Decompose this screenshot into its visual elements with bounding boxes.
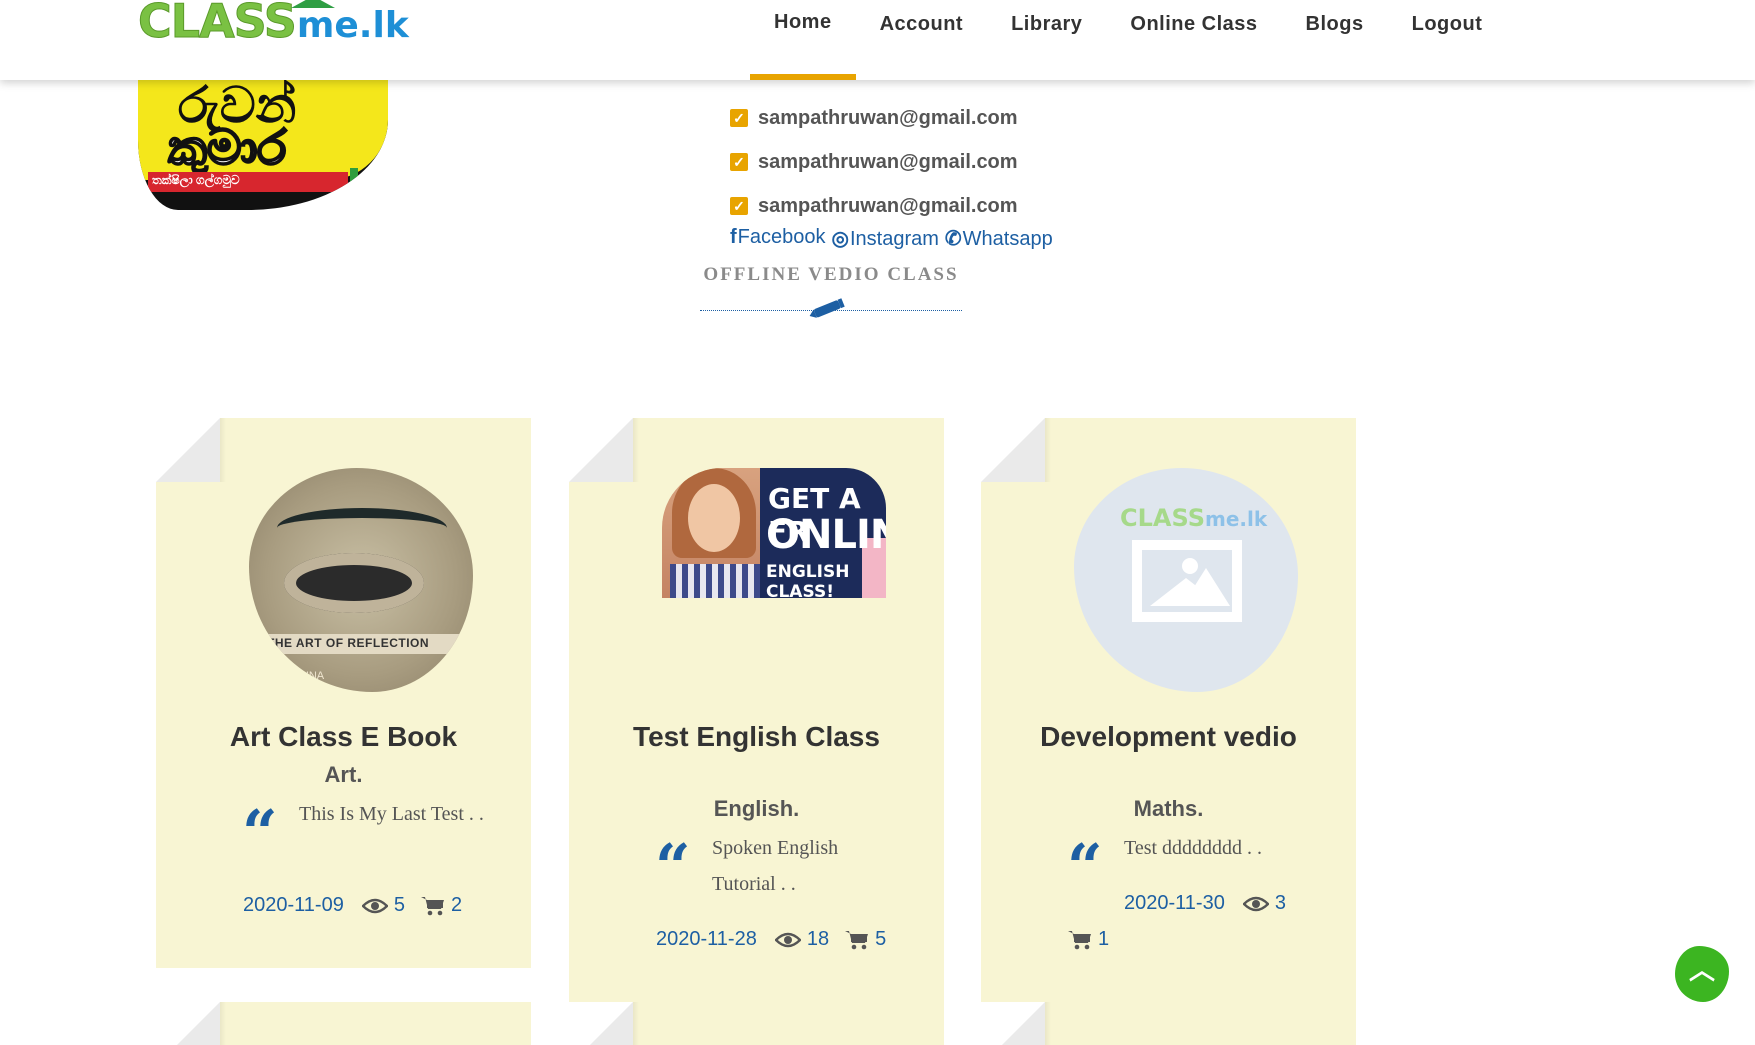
views-count: 18 [806, 928, 830, 950]
card-description: Spoken English Tutorial . . [712, 837, 839, 895]
poster-footer-text: තක්ෂිලා ගල්ගමුව [152, 173, 240, 187]
contact-row: ✓ sampathruwan@gmail.com [730, 184, 1018, 228]
class-thumbnail[interactable]: CLASSme.lk [1074, 468, 1298, 692]
class-thumbnail[interactable]: THE ART OF REFLECTION AGUNA [249, 468, 473, 692]
eye-icon [1242, 896, 1269, 911]
card-corner-fold [156, 418, 226, 482]
nav-blogs[interactable]: Blogs [1282, 0, 1388, 80]
whatsapp-link[interactable]: ✆Whatsapp [945, 226, 1053, 251]
purchases-count: 5 [875, 928, 887, 950]
class-card[interactable] [569, 1002, 944, 1045]
card-corner-fold [569, 418, 639, 482]
image-placeholder-icon: CLASSme.lk [1074, 468, 1298, 692]
card-date: 2020-11-09 [243, 894, 344, 916]
card-subject: Art. [324, 762, 363, 787]
cart-icon [845, 930, 869, 949]
card-date: 2020-11-30 [1124, 892, 1225, 914]
purchases-count: 1 [1098, 928, 1110, 950]
card-title[interactable]: Development vedio [1021, 720, 1316, 753]
quote-left-icon: “ [655, 830, 691, 903]
facebook-icon: f [730, 226, 737, 248]
views-count: 5 [393, 894, 405, 916]
poster-badge-text: DMS [360, 172, 388, 187]
card-description: Test dddddddd . . [1124, 837, 1263, 859]
card-title[interactable]: Art Class E Book [196, 720, 491, 753]
check-square-icon: ✓ [730, 109, 748, 127]
contact-email: sampathruwan@gmail.com [758, 194, 1018, 217]
page: රුවන් කුමාර තක්ෂිලා ගල්ගමුව DMS CLASS me… [0, 0, 1755, 1045]
thumbnail-text: CLASS [1120, 504, 1205, 532]
facebook-link[interactable]: fFacebook [730, 226, 826, 251]
pencil-icon [809, 298, 845, 318]
card-subject: English. [713, 796, 800, 821]
contact-email: sampathruwan@gmail.com [758, 150, 1018, 173]
instagram-label: Instagram [849, 228, 939, 250]
nav-account[interactable]: Account [856, 0, 988, 80]
contact-row: ✓ sampathruwan@gmail.com [730, 96, 1018, 140]
card-meta: 2020-11-30 3 [1124, 892, 1302, 915]
card-subject: Maths. [1133, 796, 1204, 821]
site-logo[interactable]: CLASS me.lk [138, 0, 409, 49]
class-card[interactable]: THE ART OF REFLECTION AGUNA Art Class E … [156, 418, 531, 968]
site-header: CLASS me.lk Home Account Library Online … [0, 0, 1755, 80]
class-card[interactable]: CLASSme.lk Development vedio Maths. “ Te… [981, 418, 1356, 1045]
class-card[interactable] [981, 1002, 1356, 1045]
nav-online-class[interactable]: Online Class [1106, 0, 1281, 80]
card-date: 2020-11-28 [656, 928, 757, 950]
quote-left-icon: “ [1067, 830, 1103, 903]
nav-library[interactable]: Library [987, 0, 1106, 80]
card-corner-fold [981, 1002, 1051, 1045]
card-meta: 2020-11-09 5 2 [243, 894, 478, 917]
nav-home[interactable]: Home [750, 0, 856, 80]
card-meta-row2: 1 [1068, 928, 1125, 951]
thumbnail-text: ENGLISH CLASS! [766, 562, 850, 598]
eye-icon [361, 898, 388, 913]
teacher-contacts: ✓ sampathruwan@gmail.com ✓ sampathruwan@… [730, 96, 1018, 228]
nav-logout[interactable]: Logout [1388, 0, 1507, 80]
logo-class-text: CLASS [138, 0, 298, 49]
views-count: 3 [1274, 892, 1286, 914]
graduation-cap-icon [291, 0, 335, 8]
thumbnail-text: THE ART OF REFLECTION [267, 636, 430, 650]
class-card[interactable] [156, 1002, 531, 1045]
logo-me-text: me.lk [296, 5, 409, 46]
thumbnail-text: AGUNA [285, 670, 325, 682]
purchases-count: 2 [450, 894, 463, 916]
social-links: fFacebook ◎Instagram ✆Whatsapp [730, 226, 1053, 251]
contact-row: ✓ sampathruwan@gmail.com [730, 140, 1018, 184]
cart-icon [420, 896, 444, 915]
instagram-link[interactable]: ◎Instagram [832, 226, 939, 251]
card-meta: 2020-11-28 18 5 [656, 928, 902, 951]
whatsapp-icon: ✆ [944, 228, 962, 250]
card-corner-fold [156, 1002, 226, 1045]
class-card[interactable]: GET A FR ONLINE ENGLISH CLASS! Test Engl… [569, 418, 944, 1045]
whatsapp-label: Whatsapp [962, 228, 1053, 250]
main-nav: Home Account Library Online Class Blogs … [750, 0, 1506, 80]
eye-icon [774, 932, 801, 947]
card-corner-fold [569, 1002, 639, 1045]
back-to-top-button[interactable]: ︿ [1675, 946, 1729, 1002]
thumbnail-text: me.lk [1204, 507, 1268, 531]
instagram-icon: ◎ [831, 228, 849, 250]
class-thumbnail[interactable]: GET A FR ONLINE ENGLISH CLASS! [662, 468, 886, 598]
thumbnail-text: ONLINE [766, 512, 886, 558]
check-square-icon: ✓ [730, 153, 748, 171]
chevron-up-icon: ︿ [1688, 955, 1715, 985]
facebook-label: Facebook [737, 226, 826, 248]
contact-email: sampathruwan@gmail.com [758, 106, 1018, 129]
card-corner-fold [981, 418, 1051, 482]
cart-icon [1068, 930, 1091, 949]
card-title[interactable]: Test English Class [609, 720, 904, 753]
check-square-icon: ✓ [730, 197, 748, 215]
section-title: OFFLINE VEDIO CLASS [703, 264, 959, 285]
poster-text-line2: කුමාර [167, 119, 287, 177]
quote-left-icon: “ [242, 796, 278, 869]
card-description: This Is My Last Test . . [299, 803, 484, 825]
